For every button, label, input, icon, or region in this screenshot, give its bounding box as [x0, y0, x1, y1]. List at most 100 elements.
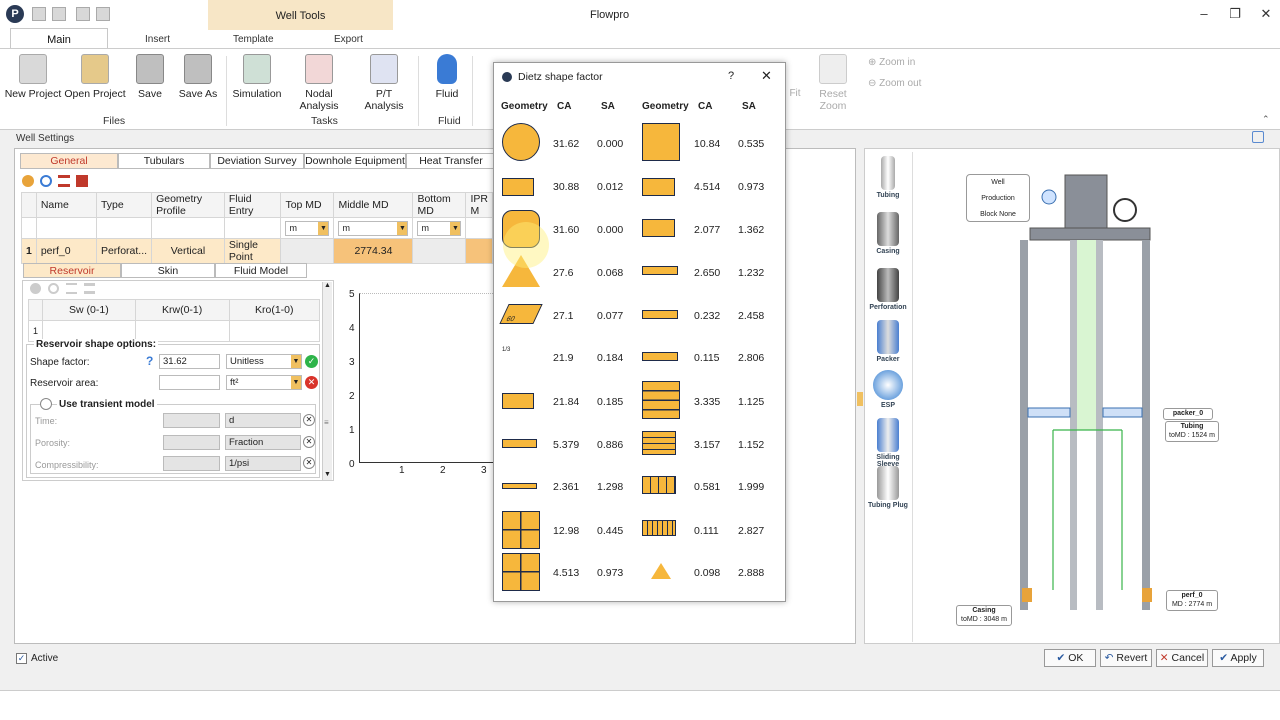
reservoir-area-unit-select[interactable]: ft² ▼: [226, 375, 302, 390]
qat-open-icon[interactable]: [52, 7, 66, 21]
shape-factor-input[interactable]: 31.62: [159, 354, 220, 369]
compressibility-unit-select[interactable]: 1/psi: [225, 456, 301, 471]
packer-label[interactable]: packer_0: [1163, 408, 1213, 420]
pt-analysis-button[interactable]: P/T Analysis: [356, 52, 412, 112]
reset-zoom-button[interactable]: Reset Zoom: [806, 52, 860, 112]
subtab-skin[interactable]: Skin: [121, 263, 215, 278]
scroll-down-icon[interactable]: ▼: [324, 471, 331, 478]
sync-icon[interactable]: [40, 175, 52, 187]
table-row[interactable]: 1 perf_0 Perforat... Vertical Single Poi…: [21, 238, 493, 264]
tab-general[interactable]: General: [20, 153, 118, 169]
shape-rect-2x1-quad[interactable]: [642, 178, 675, 196]
clear-points-icon[interactable]: [84, 283, 95, 294]
tab-deviation-survey[interactable]: Deviation Survey: [210, 153, 304, 169]
shape-circle[interactable]: [502, 123, 540, 161]
refresh-icon[interactable]: [1252, 131, 1264, 143]
delete-point-icon[interactable]: [66, 283, 77, 294]
scroll-up-icon[interactable]: ▲: [324, 282, 331, 289]
scrollbar[interactable]: [322, 282, 332, 480]
cell-ipr-model[interactable]: [465, 238, 493, 264]
fluid-button[interactable]: Fluid: [430, 52, 464, 100]
palette-sliding-sleeve[interactable]: Sliding Sleeve: [868, 418, 908, 468]
close-button[interactable]: ✕: [1252, 4, 1280, 24]
clear-icon[interactable]: ✕: [303, 436, 315, 448]
palette-packer[interactable]: Packer: [868, 320, 908, 363]
cell-top-md[interactable]: [280, 238, 335, 264]
shape-grid-wide[interactable]: [642, 476, 676, 494]
palette-esp[interactable]: ESP: [868, 370, 908, 409]
reload-icon[interactable]: [48, 283, 59, 294]
cancel-button[interactable]: ✕ Cancel: [1156, 649, 1208, 667]
save-as-button[interactable]: Save As: [176, 52, 220, 100]
qat-new-icon[interactable]: [32, 7, 46, 21]
cell-middle-md[interactable]: 2774.34: [333, 238, 414, 264]
time-unit-select[interactable]: d: [225, 413, 301, 428]
shape-rect-4x1[interactable]: [502, 439, 537, 448]
shape-quarter-triangle[interactable]: 1/3: [502, 347, 538, 365]
top-md-unit-select[interactable]: m ▼: [285, 220, 330, 236]
shape-rect-2x1[interactable]: [502, 178, 534, 196]
shape-grid-rect[interactable]: [642, 431, 676, 455]
porosity-unit-select[interactable]: Fraction: [225, 435, 301, 450]
cell-fluid-entry[interactable]: Single Point: [223, 238, 282, 264]
casing-label[interactable]: Casing toMD : 3048 m: [956, 605, 1012, 626]
dialog-help-button[interactable]: ?: [728, 70, 734, 82]
reservoir-area-input[interactable]: [159, 375, 220, 390]
clear-icon[interactable]: ✕: [303, 414, 315, 426]
tab-tubulars[interactable]: Tubulars: [118, 153, 210, 169]
subtab-reservoir[interactable]: Reservoir: [23, 263, 121, 278]
splitter-handle-icon[interactable]: ≡: [324, 418, 329, 427]
active-checkbox[interactable]: ✓: [16, 653, 27, 664]
fit-button[interactable]: Fit: [787, 88, 803, 99]
compressibility-input[interactable]: [163, 456, 220, 471]
qat-saveas-icon[interactable]: [96, 7, 110, 21]
cell-kro[interactable]: [228, 320, 321, 342]
new-project-button[interactable]: New Project: [4, 52, 62, 100]
ok-button[interactable]: ✔ OK: [1044, 649, 1096, 667]
zoom-in-button[interactable]: ⊕ Zoom in: [868, 57, 915, 68]
porosity-input[interactable]: [163, 435, 220, 450]
cell-bottom-md[interactable]: [412, 238, 467, 264]
shape-rect-5x1[interactable]: [502, 483, 537, 489]
delete-rows-icon[interactable]: [58, 175, 70, 187]
revert-button[interactable]: ↶ Revert: [1100, 649, 1152, 667]
middle-md-unit-select[interactable]: m ▼: [338, 220, 409, 236]
cell-name[interactable]: perf_0: [35, 238, 97, 264]
tab-export[interactable]: Export: [334, 34, 363, 45]
maximize-button[interactable]: ❐: [1221, 4, 1249, 24]
apply-button[interactable]: ✔ Apply: [1212, 649, 1264, 667]
palette-tubing[interactable]: Tubing: [868, 156, 908, 199]
zoom-out-button[interactable]: ⊖ Zoom out: [868, 78, 921, 89]
nodal-analysis-button[interactable]: Nodal Analysis: [287, 52, 351, 112]
subtab-fluid-model[interactable]: Fluid Model: [215, 263, 307, 278]
tab-insert[interactable]: Insert: [145, 34, 170, 45]
panel-splitter-icon[interactable]: [857, 392, 863, 406]
palette-casing[interactable]: Casing: [868, 212, 908, 255]
shape-rhombus[interactable]: 60: [499, 304, 543, 324]
shape-square-quad[interactable]: [502, 511, 540, 549]
add-row-icon[interactable]: [22, 175, 34, 187]
cell-geometry[interactable]: Vertical: [151, 238, 225, 264]
shape-factor-unit-select[interactable]: Unitless ▼: [226, 354, 302, 369]
dialog-close-button[interactable]: ✕: [761, 68, 772, 84]
shape-grid-narrow[interactable]: [642, 520, 676, 536]
tubing-label[interactable]: Tubing toMD : 1524 m: [1165, 421, 1219, 442]
cell-type[interactable]: Perforat...: [95, 238, 153, 264]
qat-save-icon[interactable]: [76, 7, 90, 21]
ribbon-collapse-icon[interactable]: ⌃: [1262, 114, 1270, 125]
help-icon[interactable]: ?: [146, 354, 153, 368]
add-point-icon[interactable]: [30, 283, 41, 294]
tab-template[interactable]: Template: [233, 34, 274, 45]
time-input[interactable]: [163, 413, 220, 428]
clear-icon[interactable]: ✕: [303, 457, 315, 469]
shape-rect-4x1-side[interactable]: [642, 310, 678, 319]
palette-tubing-plug[interactable]: Tubing Plug: [868, 466, 908, 509]
bottom-md-unit-select[interactable]: m ▼: [417, 220, 462, 236]
transient-checkbox[interactable]: [40, 398, 52, 410]
save-button[interactable]: Save: [132, 52, 168, 100]
shape-square[interactable]: [642, 123, 680, 161]
shape-square-quad-alt[interactable]: [502, 553, 540, 591]
tab-heat-transfer[interactable]: Heat Transfer: [406, 153, 496, 169]
shape-rect-4x1-center[interactable]: [642, 266, 678, 275]
tab-main[interactable]: Main: [10, 28, 108, 49]
